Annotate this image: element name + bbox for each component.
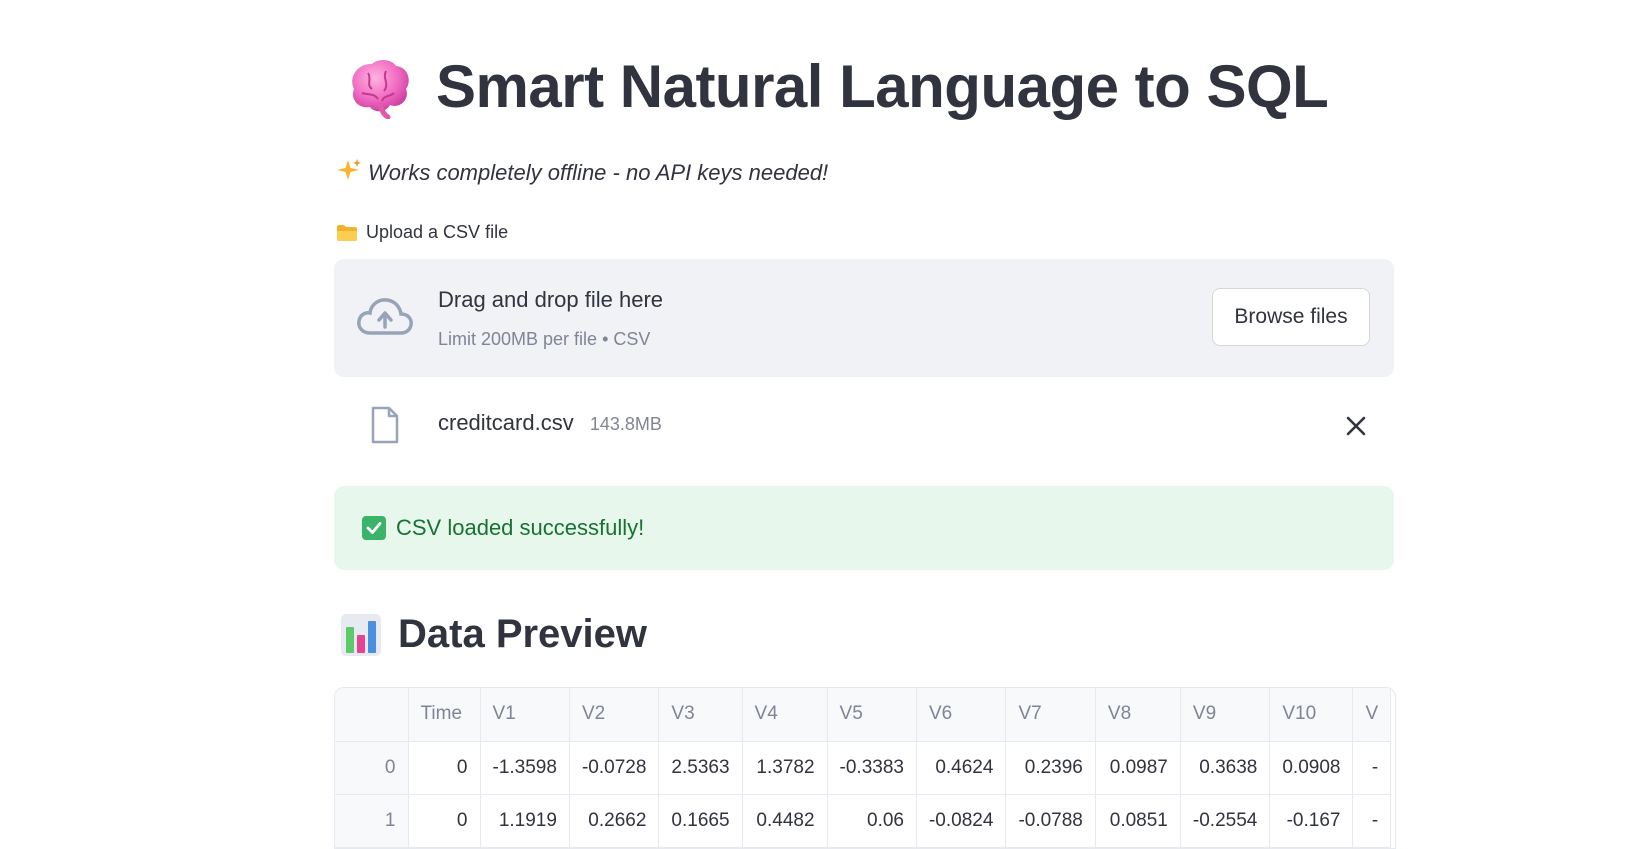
- uploaded-file-row: creditcard.csv 143.8MB: [334, 400, 1394, 452]
- file-size: 143.8MB: [589, 414, 662, 434]
- column-header[interactable]: V9: [1180, 688, 1271, 742]
- table-cell[interactable]: 0.3638: [1180, 741, 1271, 795]
- column-header[interactable]: Time: [408, 688, 481, 742]
- brain-icon: [344, 55, 414, 119]
- table-cell[interactable]: 0: [408, 741, 481, 795]
- column-header[interactable]: V8: [1095, 688, 1181, 742]
- row-index: 1: [335, 794, 409, 848]
- column-header[interactable]: V10: [1269, 688, 1354, 742]
- check-mark-icon: [362, 516, 386, 540]
- section-title: Data Preview: [398, 612, 648, 656]
- table-cell[interactable]: 0.0908: [1269, 741, 1354, 795]
- sparkles-icon: [336, 158, 362, 188]
- table-cell[interactable]: 0.4624: [916, 741, 1007, 795]
- success-message: CSV loaded successfully!: [396, 515, 645, 540]
- browse-files-button[interactable]: Browse files: [1212, 288, 1370, 346]
- dropzone-limit: Limit 200MB per file • CSV: [438, 329, 651, 349]
- table-cell[interactable]: 0.2662: [569, 794, 660, 848]
- table-cell[interactable]: -1.3598: [480, 741, 570, 795]
- column-header[interactable]: V7: [1005, 688, 1096, 742]
- table-cell[interactable]: -0.0728: [569, 741, 660, 795]
- folder-icon: [336, 224, 358, 242]
- table-cell[interactable]: -: [1352, 741, 1392, 795]
- table-cell[interactable]: 0.4482: [742, 794, 828, 848]
- row-index: 0: [335, 741, 409, 795]
- table-cell[interactable]: 2.5363: [658, 741, 743, 795]
- table-cell[interactable]: 0.0851: [1095, 794, 1181, 848]
- cloud-upload-icon: [356, 295, 414, 339]
- table-cell[interactable]: -0.2554: [1180, 794, 1271, 848]
- table-cell[interactable]: 1.1919: [480, 794, 570, 848]
- table-cell[interactable]: 0.1665: [658, 794, 743, 848]
- file-name-text: creditcard.csv: [438, 410, 574, 435]
- subtitle-text: Works completely offline - no API keys n…: [368, 160, 829, 185]
- table-cell[interactable]: 0.2396: [1005, 741, 1096, 795]
- upload-label-text: Upload a CSV file: [366, 222, 509, 242]
- table-cell[interactable]: 0.06: [827, 794, 917, 848]
- table-cell[interactable]: -0.3383: [827, 741, 917, 795]
- data-table: Time V1 V2 V3 V4 V5 V6 V7 V8 V9 V10 V 0: [335, 688, 1392, 848]
- page-title: Smart Natural Language to SQL: [436, 53, 1329, 120]
- file-dropzone[interactable]: Drag and drop file here Limit 200MB per …: [334, 259, 1394, 377]
- column-header[interactable]: V2: [569, 688, 660, 742]
- upload-label: Upload a CSV file: [336, 222, 508, 243]
- column-header[interactable]: V5: [827, 688, 917, 742]
- data-preview-heading: Data Preview: [340, 612, 647, 657]
- page-title-row: Smart Natural Language to SQL: [344, 52, 1329, 121]
- close-icon[interactable]: [1344, 414, 1368, 438]
- file-name: creditcard.csv 143.8MB: [438, 410, 662, 436]
- column-header[interactable]: V4: [742, 688, 828, 742]
- table-cell[interactable]: -0.0824: [916, 794, 1007, 848]
- column-header[interactable]: V3: [658, 688, 743, 742]
- table-row: 0 0 -1.3598 -0.0728 2.5363 1.3782 -0.338…: [335, 741, 1392, 795]
- column-header[interactable]: V: [1352, 688, 1392, 742]
- column-header[interactable]: V6: [916, 688, 1007, 742]
- table-cell[interactable]: -0.0788: [1005, 794, 1096, 848]
- column-header[interactable]: V1: [480, 688, 570, 742]
- table-cell[interactable]: 0: [408, 794, 481, 848]
- column-header[interactable]: [335, 688, 409, 742]
- success-alert: CSV loaded successfully!: [334, 486, 1394, 570]
- table-row: 1 0 1.1919 0.2662 0.1665 0.4482 0.06 -0.…: [335, 794, 1392, 848]
- table-cell[interactable]: 0.0987: [1095, 741, 1181, 795]
- table-header-row: Time V1 V2 V3 V4 V5 V6 V7 V8 V9 V10 V: [335, 688, 1392, 742]
- data-preview-table[interactable]: Time V1 V2 V3 V4 V5 V6 V7 V8 V9 V10 V 0: [334, 687, 1396, 849]
- table-cell[interactable]: 1.3782: [742, 741, 828, 795]
- dropzone-instructions: Drag and drop file here: [438, 287, 664, 312]
- file-icon: [370, 406, 400, 444]
- subtitle: Works completely offline - no API keys n…: [336, 158, 828, 188]
- bar-chart-icon: [340, 613, 382, 657]
- table-cell[interactable]: -: [1352, 794, 1392, 848]
- table-cell[interactable]: -0.167: [1269, 794, 1354, 848]
